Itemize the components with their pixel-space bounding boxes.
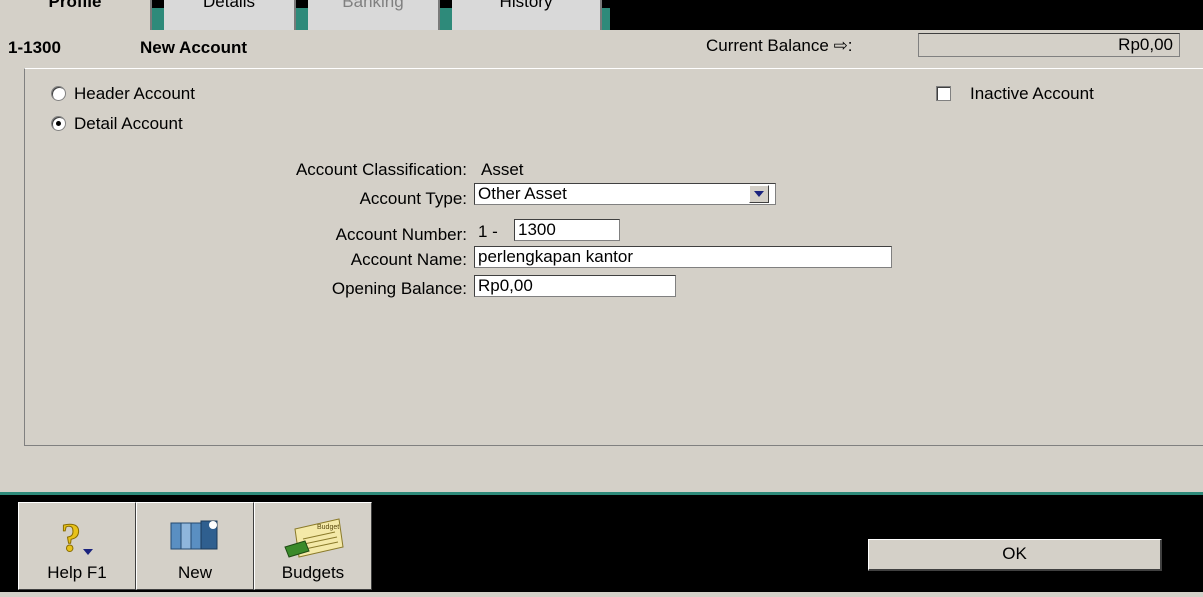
current-balance-value: Rp0,00 <box>918 33 1180 57</box>
current-balance-label: Current Balance ⇨: <box>706 36 853 55</box>
budgets-button-label: Budgets <box>281 563 345 582</box>
svg-text:?: ? <box>61 517 81 559</box>
budget-icon-text: Budget <box>317 524 339 531</box>
tab-profile[interactable]: Profile <box>0 0 152 30</box>
account-id: 1-1300 <box>8 38 61 57</box>
budgets-button[interactable]: Budget Budgets <box>254 502 372 590</box>
help-button-label: Help F1 <box>47 563 107 582</box>
tab-separator <box>602 8 610 30</box>
opening-balance-label: Opening Balance: <box>331 279 467 298</box>
tab-details-label: Details <box>203 0 255 11</box>
tab-banking-label: Banking <box>342 0 404 11</box>
header-account-label[interactable]: Header Account <box>74 84 195 104</box>
help-button[interactable]: ? Help F1 <box>18 502 136 590</box>
account-title: New Account <box>140 38 248 57</box>
account-number-prefix: 1 - <box>478 222 498 241</box>
window-bottom-edge <box>0 592 1203 597</box>
tab-separator <box>152 8 164 30</box>
tab-separator <box>296 8 308 30</box>
inactive-account-label[interactable]: Inactive Account <box>970 84 1094 104</box>
account-name-value: perlengkapan kantor <box>478 247 634 266</box>
tab-separator <box>440 8 452 30</box>
header-account-radio[interactable] <box>51 86 66 101</box>
window-spacer <box>0 446 1203 492</box>
ok-button[interactable]: OK <box>868 539 1162 571</box>
opening-balance-value: Rp0,00 <box>478 276 533 295</box>
detail-account-radio[interactable] <box>51 116 66 131</box>
budget-document-icon: Budget <box>281 517 345 566</box>
opening-balance-field[interactable]: Rp0,00 <box>474 275 676 297</box>
new-button-label: New <box>177 563 212 582</box>
account-type-label: Account Type: <box>359 189 467 208</box>
tab-profile-label: Profile <box>48 0 102 11</box>
account-type-value: Other Asset <box>478 184 567 203</box>
tab-history[interactable]: History <box>452 0 602 30</box>
account-number-value: 1300 <box>518 220 556 239</box>
account-name-label: Account Name: <box>350 250 467 269</box>
tab-details[interactable]: Details <box>164 0 296 30</box>
account-type-select[interactable]: Other Asset <box>474 183 776 205</box>
account-classification-value: Asset <box>481 160 524 179</box>
tab-history-label: History <box>499 0 553 11</box>
account-number-label: Account Number: <box>335 225 467 244</box>
help-icon: ? <box>57 515 97 564</box>
account-name-field[interactable]: perlengkapan kantor <box>474 246 892 268</box>
inactive-account-checkbox[interactable] <box>936 86 951 101</box>
chevron-down-icon[interactable] <box>749 185 769 203</box>
account-number-field[interactable]: 1300 <box>514 219 620 241</box>
detail-account-label[interactable]: Detail Account <box>74 114 183 134</box>
new-account-icon <box>169 517 221 558</box>
tab-banking[interactable]: Banking <box>308 0 440 30</box>
new-button[interactable]: New <box>136 502 254 590</box>
account-classification-label: Account Classification: <box>295 160 467 179</box>
